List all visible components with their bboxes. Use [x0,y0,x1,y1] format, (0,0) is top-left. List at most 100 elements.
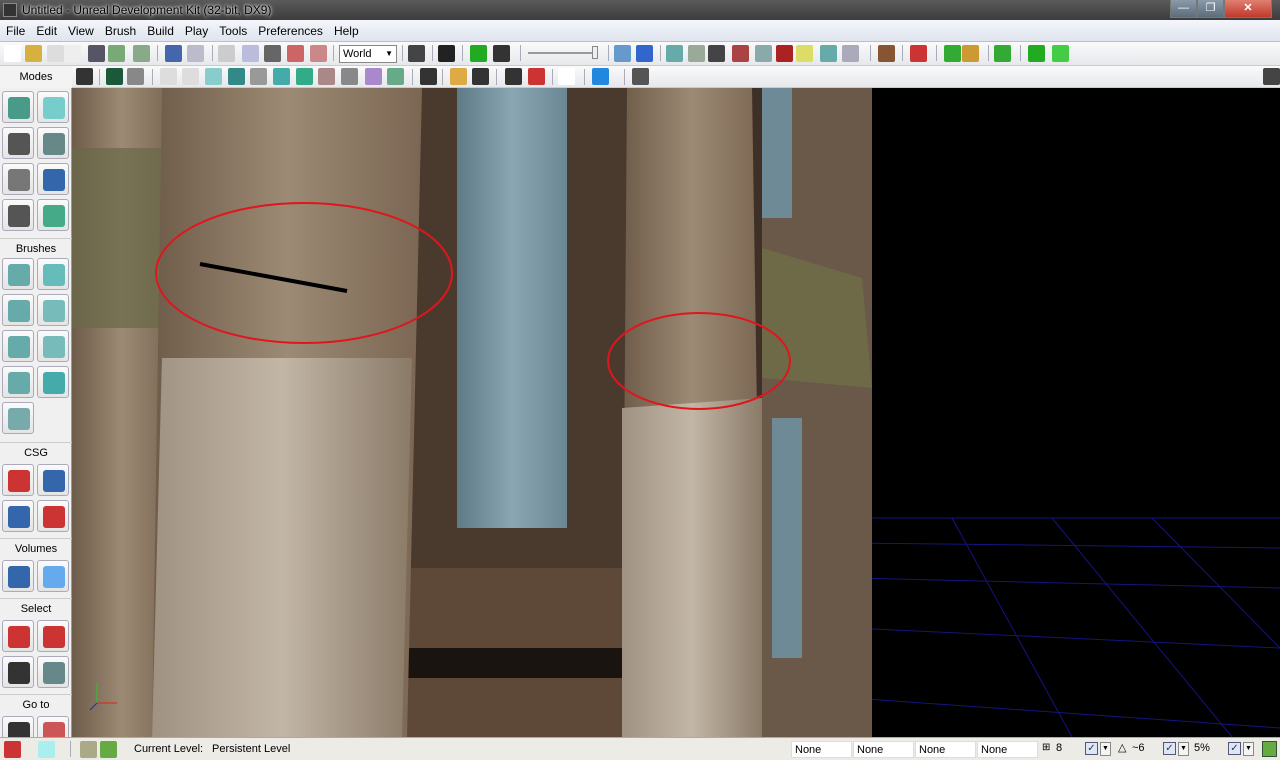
lighting-only-icon[interactable] [250,68,267,85]
matinee-icon[interactable] [493,45,510,62]
menu-file[interactable]: File [0,20,30,38]
path-nodes-icon[interactable] [708,45,725,62]
slider-handle[interactable] [592,46,598,59]
menu-tools[interactable]: Tools [213,20,252,38]
scale-snap-dropdown[interactable]: ▼ [1243,742,1254,756]
camera-speed-slider[interactable] [528,46,598,59]
game-view-icon[interactable] [420,68,437,85]
deselect-all-button[interactable] [37,656,69,688]
show-selected-button[interactable] [2,620,34,652]
terrain-mode-button[interactable] [2,127,34,159]
cube-brush-button[interactable] [2,258,34,290]
restore-viewport-icon[interactable] [1263,68,1280,85]
device-config-icon[interactable] [962,45,979,62]
restore-button[interactable]: ❐ [1197,0,1224,18]
menu-build[interactable]: Build [141,20,179,38]
coordinate-system-select[interactable]: World ▼ [339,45,397,63]
play-device-icon[interactable] [944,45,961,62]
cylinder-brush-button[interactable] [37,294,69,326]
sphere-brush-button[interactable] [37,366,69,398]
csg-intersect-button[interactable] [2,500,34,532]
path-rebuild-icon[interactable] [732,45,749,62]
autosave-icon[interactable] [1262,741,1277,757]
build-upload-icon[interactable] [910,45,927,62]
geometry-mode-button[interactable] [37,91,69,123]
minimize-button[interactable]: — [1170,0,1197,18]
volume-cube-button[interactable] [37,560,69,592]
show-static-icon[interactable] [755,45,772,62]
light-map-icon[interactable] [796,45,813,62]
rotation-snap-dropdown[interactable]: ▼ [1178,742,1189,756]
lit-icon[interactable] [228,68,245,85]
hide-all-icon[interactable] [4,741,21,758]
reflection-icon[interactable] [387,68,404,85]
select-invert-button[interactable] [2,656,34,688]
menu-help[interactable]: Help [328,20,364,38]
hide-selected-button[interactable] [37,620,69,652]
csg-subtract-button[interactable] [37,464,69,496]
scale-icon[interactable] [287,45,304,62]
viewport-options-icon[interactable] [76,68,93,85]
cone-brush-button[interactable] [37,258,69,290]
brush-view-icon[interactable] [614,45,631,62]
scale-nonuniform-icon[interactable] [310,45,327,62]
lighting-channels-icon[interactable] [365,68,382,85]
landscape-mode-button[interactable] [2,199,34,231]
play-in-editor-icon[interactable] [1052,45,1069,62]
hide-actors-icon[interactable] [776,45,793,62]
redo-icon[interactable] [187,45,204,62]
camera-mode-button[interactable] [2,91,34,123]
cull-view-icon[interactable] [636,45,653,62]
save-copy-icon[interactable] [133,45,150,62]
show-volumes-icon[interactable] [666,45,683,62]
volumetric-brush-button[interactable] [2,402,34,434]
grid-size-dropdown[interactable]: ▼ [1100,742,1111,756]
grid-snap-checkbox[interactable]: ✓ [1085,742,1098,755]
curved-stair-brush-button[interactable] [2,294,34,326]
grid-texture-icon[interactable] [820,45,837,62]
maximize-viewport-icon[interactable] [632,68,649,85]
perspective-toggle-icon[interactable] [106,68,123,85]
texture-density-icon[interactable] [296,68,313,85]
perspective-viewport[interactable] [72,88,1280,737]
play-viewport-icon[interactable] [592,68,609,85]
actor-lock-icon[interactable] [505,68,522,85]
close-button[interactable]: ✕ [1224,0,1272,18]
sheet-brush-button[interactable] [37,330,69,362]
eye-icon[interactable] [472,68,489,85]
favorite-star-icon[interactable] [64,45,81,62]
menu-view[interactable]: View [62,20,99,38]
foliage-mode-button[interactable] [37,199,69,231]
find-binoculars-icon[interactable] [408,45,425,62]
add-volume-button[interactable] [2,560,34,592]
checkmark-icon[interactable] [100,741,117,758]
shader-complexity-icon[interactable] [318,68,335,85]
toolbox-icon[interactable] [80,741,97,758]
recent-dropdown-icon[interactable] [47,45,64,62]
open-folder-icon[interactable] [25,45,42,62]
menu-play[interactable]: Play [179,20,213,38]
light-complexity-icon[interactable] [273,68,290,85]
camera-sim-icon[interactable] [528,68,545,85]
save-icon[interactable] [88,45,105,62]
save-all-icon[interactable] [108,45,125,62]
sound-icon[interactable] [842,45,859,62]
csg-deintersect-button[interactable] [37,500,69,532]
new-file-icon[interactable] [4,45,21,62]
rotate-icon[interactable] [264,45,281,62]
unreal-content-browser-icon[interactable] [438,45,455,62]
menu-brush[interactable]: Brush [99,20,141,38]
undo-icon[interactable] [165,45,182,62]
play-console-icon[interactable] [994,45,1011,62]
realtime-toggle-icon[interactable] [127,68,144,85]
rotation-snap-checkbox[interactable]: ✓ [1163,742,1176,755]
linear-stair-brush-button[interactable] [2,330,34,362]
mesh-paint-mode-button[interactable] [37,163,69,195]
translate-mode-button[interactable] [37,127,69,159]
build-texture-icon[interactable] [878,45,895,62]
unlit-icon[interactable] [205,68,222,85]
kismet-icon[interactable] [470,45,487,62]
light-bulb-icon[interactable] [688,45,705,62]
csg-add-button[interactable] [2,464,34,496]
menu-edit[interactable]: Edit [30,20,62,38]
